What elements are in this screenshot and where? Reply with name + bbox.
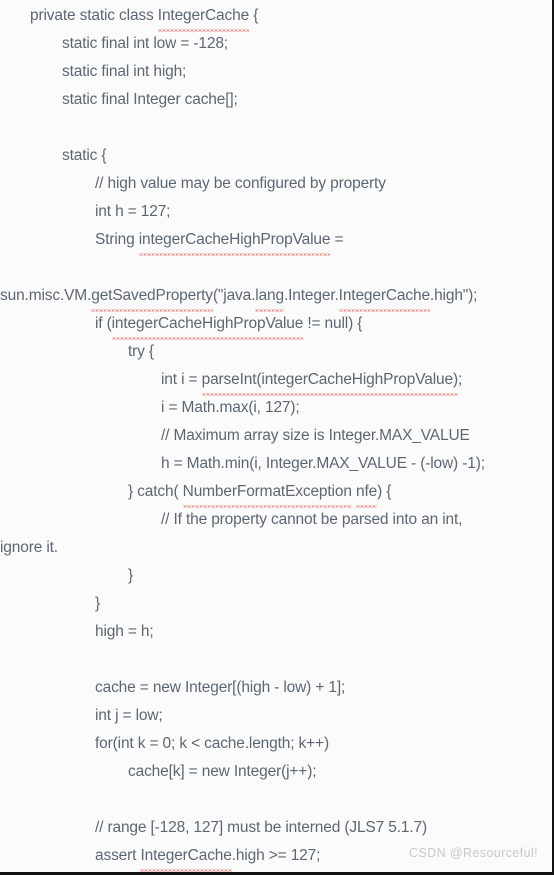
code-line: static final int low = -128;: [62, 35, 228, 52]
spellcheck-underline: parseInt(integerCacheHighPropValue): [201, 366, 458, 396]
code-line: String integerCacheHighPropValue =: [0, 226, 552, 256]
code-line: sun.misc.VM.getSavedProperty("java.lang.…: [0, 282, 552, 312]
code-line: try {: [128, 343, 154, 360]
spellcheck-underline: lang: [255, 282, 284, 312]
spellcheck-underline: nfe: [355, 478, 377, 508]
code-line: high = h;: [95, 623, 154, 640]
code-snippet-page: private static class IntegerCache { stati…: [0, 0, 554, 875]
code-block[interactable]: private static class IntegerCache { stati…: [0, 0, 552, 872]
code-line: }: [128, 567, 134, 584]
code-line: }: [95, 595, 101, 612]
code-line: private static class IntegerCache {: [0, 2, 552, 32]
spellcheck-underline: getSavedProperty: [91, 282, 213, 312]
code-line: ignore it.: [0, 539, 58, 556]
code-line: h = Math.min(i, Integer.MAX_VALUE - (-lo…: [161, 455, 485, 472]
spellcheck-underline: IntegerCache: [157, 2, 249, 32]
code-line: int h = 127;: [95, 203, 171, 220]
spellcheck-underline: integerCacheHighPropValue: [138, 226, 330, 256]
code-line: static {: [62, 147, 107, 164]
code-line: i = Math.max(i, 127);: [161, 399, 300, 416]
code-line: int i = parseInt(integerCacheHighPropVal…: [0, 366, 552, 396]
code-line: cache[k] = new Integer(j++);: [128, 763, 317, 780]
code-line: static final int high;: [62, 63, 187, 80]
spellcheck-underline: IntegerCache: [338, 282, 430, 312]
code-line: // range [-128, 127] must be interned (J…: [95, 819, 427, 836]
code-line: } catch( NumberFormatException nfe) {: [0, 478, 552, 508]
code-line: static final Integer cache[];: [62, 91, 238, 108]
code-line: // high value may be configured by prope…: [95, 175, 386, 192]
spellcheck-underline: integerCacheHighPropValue: [111, 310, 303, 340]
code-line: for(int k = 0; k < cache.length; k++): [95, 735, 329, 752]
csdn-watermark: CSDN @Resourceful!: [409, 846, 538, 860]
code-line: // Maximum array size is Integer.MAX_VAL…: [161, 427, 470, 444]
spellcheck-underline: IntegerCache: [140, 842, 232, 872]
code-line: if (integerCacheHighPropValue != null) {: [0, 310, 552, 340]
code-line: cache = new Integer[(high - low) + 1];: [95, 679, 346, 696]
code-line: int j = low;: [95, 707, 163, 724]
spellcheck-underline: NumberFormatException: [182, 478, 352, 508]
code-line: // If the property cannot be parsed into…: [161, 511, 463, 528]
